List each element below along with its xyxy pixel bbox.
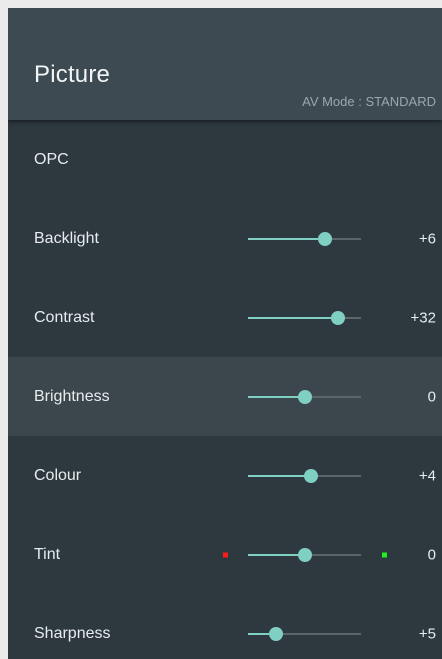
setting-label: Tint xyxy=(34,545,61,563)
settings-list: OPC Backlight +6 Contrast +32 Brightness xyxy=(8,120,442,659)
setting-row-brightness[interactable]: Brightness 0 xyxy=(8,357,442,436)
setting-value: 0 xyxy=(427,388,436,405)
tint-green-marker-icon xyxy=(382,552,387,557)
setting-row-contrast[interactable]: Contrast +32 xyxy=(8,278,442,357)
setting-row-tint[interactable]: Tint 0 xyxy=(8,515,442,594)
setting-row-sharpness[interactable]: Sharpness +5 xyxy=(8,594,442,659)
setting-label: Backlight xyxy=(34,229,99,247)
setting-row-colour[interactable]: Colour +4 xyxy=(8,436,442,515)
slider-thumb[interactable] xyxy=(297,389,312,404)
backlight-slider[interactable] xyxy=(248,231,361,246)
setting-value: +32 xyxy=(410,309,436,326)
av-mode-indicator: AV Mode : STANDARD xyxy=(302,94,436,109)
setting-value: +4 xyxy=(418,467,436,484)
setting-row-opc[interactable]: OPC xyxy=(8,120,442,199)
setting-label: Brightness xyxy=(34,387,110,405)
tint-red-marker-icon xyxy=(223,552,228,557)
setting-label: Contrast xyxy=(34,308,95,326)
slider-thumb[interactable] xyxy=(269,626,284,641)
setting-row-backlight[interactable]: Backlight +6 xyxy=(8,199,442,278)
brightness-slider[interactable] xyxy=(248,389,361,404)
picture-settings-panel: Picture AV Mode : STANDARD OPC Backlight… xyxy=(8,8,442,659)
colour-slider[interactable] xyxy=(248,468,361,483)
contrast-slider[interactable] xyxy=(248,310,361,325)
setting-value: +6 xyxy=(418,230,436,247)
slider-thumb[interactable] xyxy=(297,547,312,562)
setting-label: Sharpness xyxy=(34,624,111,642)
panel-header: Picture AV Mode : STANDARD xyxy=(8,8,442,120)
setting-label: Colour xyxy=(34,466,82,484)
slider-thumb[interactable] xyxy=(317,231,332,246)
slider-thumb[interactable] xyxy=(304,468,319,483)
tint-slider[interactable] xyxy=(248,547,361,562)
page-title: Picture xyxy=(34,61,111,88)
slider-fill xyxy=(248,395,305,398)
slider-fill xyxy=(248,553,305,556)
slider-fill xyxy=(248,474,312,477)
setting-label: OPC xyxy=(34,150,69,168)
setting-value: +5 xyxy=(418,625,436,642)
slider-fill xyxy=(248,316,339,319)
slider-fill xyxy=(248,237,325,240)
setting-value: 0 xyxy=(427,546,436,563)
slider-thumb[interactable] xyxy=(331,310,346,325)
sharpness-slider[interactable] xyxy=(248,626,361,641)
